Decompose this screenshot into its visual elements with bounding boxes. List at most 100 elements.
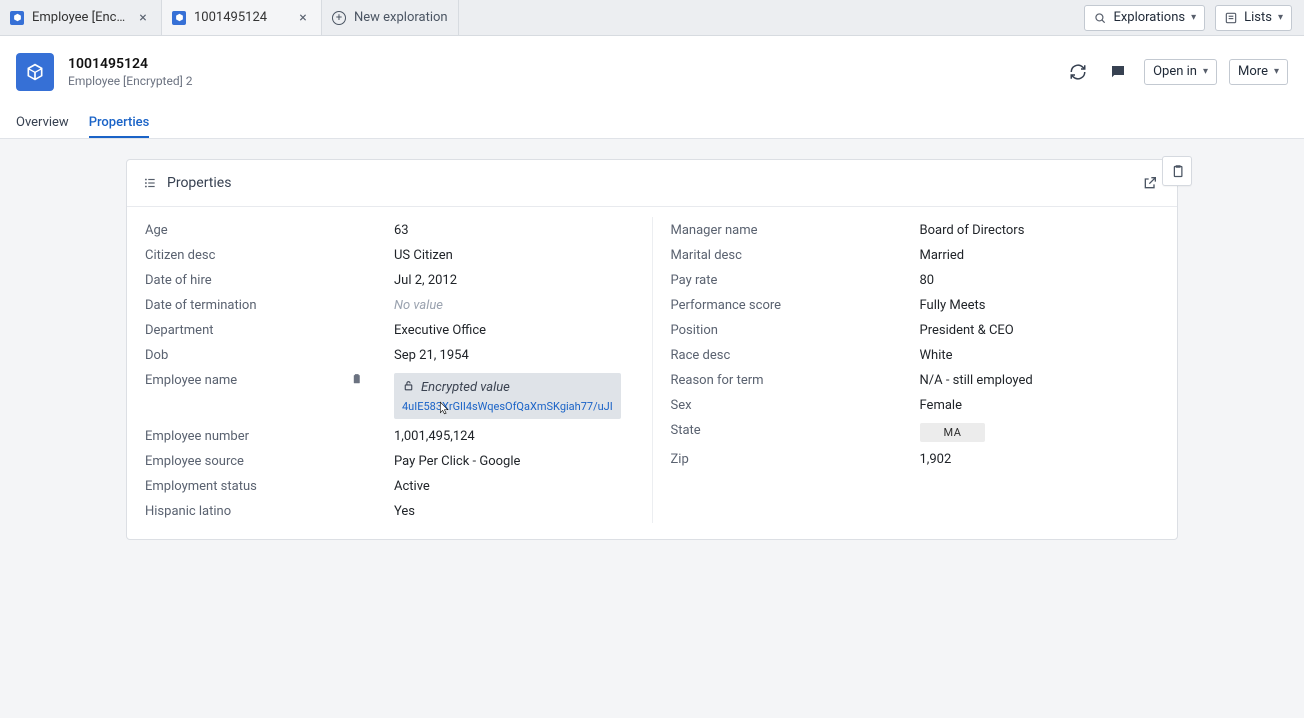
property-value: Married — [920, 246, 1160, 263]
property-row-pay-rate: Pay rate 80 — [653, 267, 1178, 292]
chevron-down-icon: ▾ — [1274, 66, 1279, 77]
properties-left-column: Age 63 Citizen desc US Citizen Date of h… — [127, 217, 653, 523]
comment-button[interactable] — [1104, 58, 1132, 86]
property-label: Dob — [145, 346, 350, 363]
property-label: Pay rate — [671, 271, 876, 288]
property-value-encrypted[interactable]: Encrypted value 4uIE583XrGlI4sWqesOfQaXm… — [394, 371, 634, 419]
close-icon[interactable]: × — [295, 10, 311, 26]
property-value: Fully Meets — [920, 296, 1160, 313]
property-label: Date of termination — [145, 296, 350, 313]
page-title: 1001495124 — [68, 56, 1050, 72]
property-value: Yes — [394, 502, 634, 519]
property-row-date-of-termination: Date of termination No value — [127, 292, 652, 317]
refresh-button[interactable] — [1064, 58, 1092, 86]
properties-card: Properties Age 63 Citizen desc — [126, 159, 1178, 540]
property-value: Jul 2, 2012 — [394, 271, 634, 288]
chevron-down-icon: ▾ — [1278, 12, 1283, 23]
cube-icon — [10, 11, 24, 25]
more-dropdown[interactable]: More ▾ — [1229, 59, 1288, 85]
lists-label: Lists — [1244, 10, 1272, 25]
property-label: Employee source — [145, 452, 350, 469]
property-label: Employment status — [145, 477, 350, 494]
property-label: Position — [671, 321, 876, 338]
property-row-reason-for-term: Reason for term N/A - still employed — [653, 367, 1178, 392]
property-label: Zip — [671, 450, 876, 467]
property-label: Reason for term — [671, 371, 876, 388]
property-label: Race desc — [671, 346, 876, 363]
lists-dropdown[interactable]: Lists ▾ — [1215, 5, 1292, 31]
property-value: Pay Per Click - Google — [394, 452, 634, 469]
new-exploration-tab[interactable]: + New exploration — [322, 0, 459, 35]
browser-tabbar: Employee [Encry… × 1001495124 × + New ex… — [0, 0, 1304, 36]
unlock-icon — [402, 379, 415, 396]
new-tab-label: New exploration — [354, 10, 448, 25]
property-value: 1,001,495,124 — [394, 427, 634, 444]
property-row-race-desc: Race desc White — [653, 342, 1178, 367]
property-row-marital-desc: Marital desc Married — [653, 242, 1178, 267]
explorations-label: Explorations — [1113, 10, 1185, 25]
property-value: White — [920, 346, 1160, 363]
explorations-dropdown[interactable]: Explorations ▾ — [1084, 5, 1205, 31]
object-header: 1001495124 Employee [Encrypted] 2 Open i… — [0, 36, 1304, 108]
list-icon — [1224, 11, 1238, 25]
chevron-down-icon: ▾ — [1191, 12, 1196, 23]
property-row-hispanic-latino: Hispanic latino Yes — [127, 498, 652, 523]
encrypted-label: Encrypted value — [421, 380, 510, 395]
clipboard-icon[interactable] — [350, 371, 394, 390]
property-label: Age — [145, 221, 350, 238]
tab-1001495124[interactable]: 1001495124 × — [162, 0, 322, 35]
more-label: More — [1238, 64, 1268, 79]
property-value: President & CEO — [920, 321, 1160, 338]
top-right-controls: Explorations ▾ Lists ▾ — [1072, 0, 1304, 35]
properties-right-column: Manager name Board of Directors Marital … — [653, 217, 1178, 523]
card-title: Properties — [167, 175, 231, 191]
property-row-performance-score: Performance score Fully Meets — [653, 292, 1178, 317]
property-value: No value — [394, 296, 634, 313]
property-row-department: Department Executive Office — [127, 317, 652, 342]
property-row-zip: Zip 1,902 — [653, 446, 1178, 471]
chevron-down-icon: ▾ — [1203, 66, 1208, 77]
property-value: 63 — [394, 221, 634, 238]
property-value: Board of Directors — [920, 221, 1160, 238]
property-value: 1,902 — [920, 450, 1160, 467]
property-value: Executive Office — [394, 321, 634, 338]
property-row-state: State MA — [653, 417, 1178, 446]
property-row-employee-number: Employee number 1,001,495,124 — [127, 423, 652, 448]
property-row-employee-name: Employee name Encrypted value — [127, 367, 652, 423]
property-label: Marital desc — [671, 246, 876, 263]
page-subtitle: Employee [Encrypted] 2 — [68, 74, 1050, 88]
property-row-citizen-desc: Citizen desc US Citizen — [127, 242, 652, 267]
tab-employee-encrypted[interactable]: Employee [Encry… × — [0, 0, 162, 35]
popout-button[interactable] — [1139, 172, 1161, 194]
cube-icon — [172, 11, 186, 25]
object-subtabs: Overview Properties — [0, 107, 1304, 139]
property-value: 80 — [920, 271, 1160, 288]
property-label: Department — [145, 321, 350, 338]
property-row-position: Position President & CEO — [653, 317, 1178, 342]
clipboard-button[interactable] — [1162, 156, 1192, 186]
property-row-dob: Dob Sep 21, 1954 — [127, 342, 652, 367]
property-row-age: Age 63 — [127, 217, 652, 242]
property-value: Female — [920, 396, 1160, 413]
property-row-employee-source: Employee source Pay Per Click - Google — [127, 448, 652, 473]
property-label: State — [671, 421, 876, 438]
property-label: Performance score — [671, 296, 876, 313]
plus-circle-icon: + — [332, 11, 346, 25]
tab-overview[interactable]: Overview — [16, 115, 69, 138]
tab-properties[interactable]: Properties — [89, 115, 150, 138]
property-label: Hispanic latino — [145, 502, 350, 519]
search-icon — [1093, 11, 1107, 25]
close-icon[interactable]: × — [135, 10, 151, 26]
open-in-dropdown[interactable]: Open in ▾ — [1144, 59, 1217, 85]
open-in-label: Open in — [1153, 64, 1197, 79]
property-value: Sep 21, 1954 — [394, 346, 634, 363]
property-label: Date of hire — [145, 271, 350, 288]
property-value: N/A - still employed — [920, 371, 1160, 388]
cube-icon — [16, 53, 54, 91]
tab-label: Employee [Encry… — [32, 10, 127, 25]
state-chip[interactable]: MA — [920, 423, 986, 442]
property-label: Manager name — [671, 221, 876, 238]
property-row-date-of-hire: Date of hire Jul 2, 2012 — [127, 267, 652, 292]
properties-list-icon — [143, 176, 157, 190]
encrypted-hash: 4uIE583XrGlI4sWqesOfQaXmSKgiah77/uJI — [402, 400, 613, 413]
